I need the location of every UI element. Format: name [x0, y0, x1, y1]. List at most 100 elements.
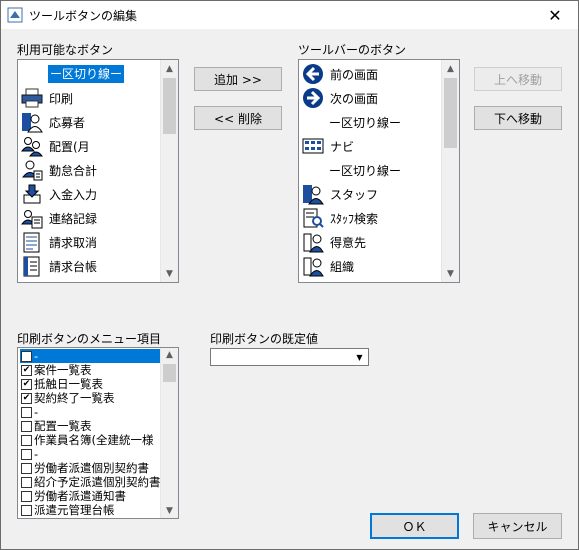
app-icon: [7, 7, 23, 23]
staff-search-icon: [301, 207, 325, 229]
available-buttons-list[interactable]: ー区切り線ー 印刷 応募者 配置(月 勤怠合計 入金入力 連絡記録 請求取消 請…: [17, 59, 179, 283]
toolbar-buttons-list[interactable]: 前の画面 次の画面 ー区切り線ー ナビ ー区切り線ー スタッフ ｽﾀｯﾌ検索 得…: [298, 59, 460, 283]
toolbar-item-client[interactable]: 得意先: [301, 230, 366, 254]
available-item-deposit[interactable]: 入金入力: [20, 182, 97, 206]
print-menu-item[interactable]: 労働者派遣個別契約書: [20, 461, 176, 475]
scroll-thumb[interactable]: [163, 78, 176, 134]
toolbar-item-label: 組織: [330, 259, 355, 274]
checkbox[interactable]: [21, 350, 32, 362]
print-menu-item[interactable]: ✔ 契約終了一覧表: [20, 391, 176, 405]
toolbar-scrollbar[interactable]: ▲ ▼: [441, 60, 459, 282]
available-scrollbar[interactable]: ▲ ▼: [160, 60, 178, 282]
print-menu-item[interactable]: 配置一覧表: [20, 419, 176, 433]
print-menu-item[interactable]: 派遣元管理台帳: [20, 503, 176, 517]
close-icon[interactable]: ✕: [532, 1, 578, 29]
print-menu-item[interactable]: 紹介予定派遣個別契約書: [20, 475, 176, 489]
scroll-up-icon[interactable]: ▲: [161, 60, 178, 77]
title-bar: ツールボタンの編集 ✕: [1, 1, 578, 29]
checkbox[interactable]: [21, 476, 32, 488]
toolbar-item-label: 得意先: [330, 235, 367, 250]
dialog-window: ツールボタンの編集 ✕ 利用可能なボタン ー区切り線ー 印刷 応募者 配置(月 …: [0, 0, 579, 550]
prev-screen-icon: [301, 63, 325, 85]
cancel-button[interactable]: キャンセル: [473, 513, 562, 539]
print-default-label: 印刷ボタンの既定値: [210, 332, 319, 346]
print-default-select[interactable]: ▼: [210, 348, 369, 366]
toolbar-item-label: ナビ: [330, 139, 355, 154]
available-item-label: 入金入力: [49, 187, 98, 202]
checkbox-checked[interactable]: ✔: [21, 364, 32, 376]
toolbar-item-separator[interactable]: ー区切り線ー: [329, 158, 401, 182]
scroll-thumb[interactable]: [444, 78, 457, 148]
toolbar-item-label: スタッフ: [330, 187, 379, 202]
move-down-button[interactable]: 下へ移動: [474, 106, 562, 130]
checkbox[interactable]: [21, 406, 32, 418]
available-item-attendance[interactable]: 勤怠合計: [20, 158, 97, 182]
ok-button[interactable]: ＯＫ: [370, 513, 459, 539]
scroll-up-icon[interactable]: ▲: [442, 60, 459, 77]
toolbar-item-label: 前の画面: [330, 67, 379, 82]
toolbar-item-separator[interactable]: ー区切り線ー: [329, 110, 401, 134]
available-item-label: 応募者: [49, 115, 86, 130]
print-menu-item[interactable]: ✔ 抵触日一覧表: [20, 377, 176, 391]
available-item-label: ー区切り線ー: [48, 65, 125, 83]
available-item-label: 連絡記録: [49, 211, 98, 226]
available-item-contact[interactable]: 連絡記録: [20, 206, 97, 230]
available-item-invoice-cancel[interactable]: 請求取消: [20, 230, 97, 254]
checkbox[interactable]: [21, 434, 32, 446]
scroll-down-icon[interactable]: ▼: [442, 265, 459, 282]
toolbar-item-label: 次の画面: [330, 91, 379, 106]
assignment-icon: [20, 135, 44, 157]
scroll-down-icon[interactable]: ▼: [161, 265, 178, 282]
available-item-label: 請求台帳: [49, 259, 98, 274]
print-menu-item[interactable]: -: [20, 405, 176, 419]
toolbar-item-staff-search[interactable]: ｽﾀｯﾌ検索: [301, 206, 378, 230]
available-item-separator[interactable]: ー区切り線ー: [48, 62, 125, 86]
remove-button[interactable]: << 削除: [194, 106, 282, 130]
invoice-ledger-icon: [20, 255, 44, 277]
window-title: ツールボタンの編集: [29, 9, 138, 23]
toolbar-item-next[interactable]: 次の画面: [301, 86, 378, 110]
scroll-down-icon[interactable]: ▼: [161, 504, 178, 518]
available-item-assignment[interactable]: 配置(月: [20, 134, 90, 158]
navi-icon: [301, 135, 325, 157]
available-item-label: 配置(月: [49, 139, 90, 154]
print-menu-scrollbar[interactable]: ▲ ▼: [160, 348, 178, 518]
toolbar-item-prev[interactable]: 前の画面: [301, 62, 378, 86]
attendance-icon: [20, 159, 44, 181]
available-buttons-label: 利用可能なボタン: [17, 43, 114, 57]
move-up-button[interactable]: 上へ移動: [474, 67, 562, 91]
toolbar-item-staff[interactable]: スタッフ: [301, 182, 378, 206]
checkbox-checked[interactable]: ✔: [21, 392, 32, 404]
scroll-up-icon[interactable]: ▲: [161, 348, 178, 362]
available-item-applicant[interactable]: 応募者: [20, 110, 85, 134]
print-menu-item[interactable]: 労働者派遣通知書: [20, 489, 176, 503]
toolbar-item-navi[interactable]: ナビ: [301, 134, 354, 158]
applicant-icon: [20, 111, 44, 133]
available-item-label: 勤怠合計: [49, 163, 98, 178]
checkbox[interactable]: [21, 504, 32, 516]
printer-icon: [20, 87, 44, 109]
toolbar-item-label: ｽﾀｯﾌ検索: [330, 211, 379, 226]
next-screen-icon: [301, 87, 325, 109]
print-menu-item[interactable]: -: [20, 349, 176, 363]
print-menu-item[interactable]: ✔ 案件一覧表: [20, 363, 176, 377]
toolbar-item-label: ー区切り線ー: [329, 163, 402, 178]
checkbox[interactable]: [21, 462, 32, 474]
add-button[interactable]: 追加 >>: [194, 67, 282, 91]
checkbox[interactable]: [21, 420, 32, 432]
invoice-cancel-icon: [20, 231, 44, 253]
checkbox[interactable]: [21, 490, 32, 502]
available-item-invoice-ledger[interactable]: 請求台帳: [20, 254, 97, 278]
print-menu-item[interactable]: -: [20, 447, 176, 461]
print-menu-list[interactable]: - ✔ 案件一覧表 ✔ 抵触日一覧表 ✔ 契約終了一覧表 - 配置一覧表 作業員名簿(…: [17, 347, 179, 519]
checkbox[interactable]: [21, 448, 32, 460]
staff-icon: [301, 183, 325, 205]
scroll-thumb[interactable]: [163, 364, 176, 382]
toolbar-item-organization[interactable]: 組織: [301, 254, 354, 278]
checkbox-checked[interactable]: ✔: [21, 378, 32, 390]
available-item-print[interactable]: 印刷: [20, 86, 73, 110]
organization-icon: [301, 255, 325, 277]
chevron-down-icon[interactable]: ▼: [351, 349, 368, 365]
print-menu-item[interactable]: 作業員名簿(全建統一様: [20, 433, 176, 447]
deposit-icon: [20, 183, 44, 205]
